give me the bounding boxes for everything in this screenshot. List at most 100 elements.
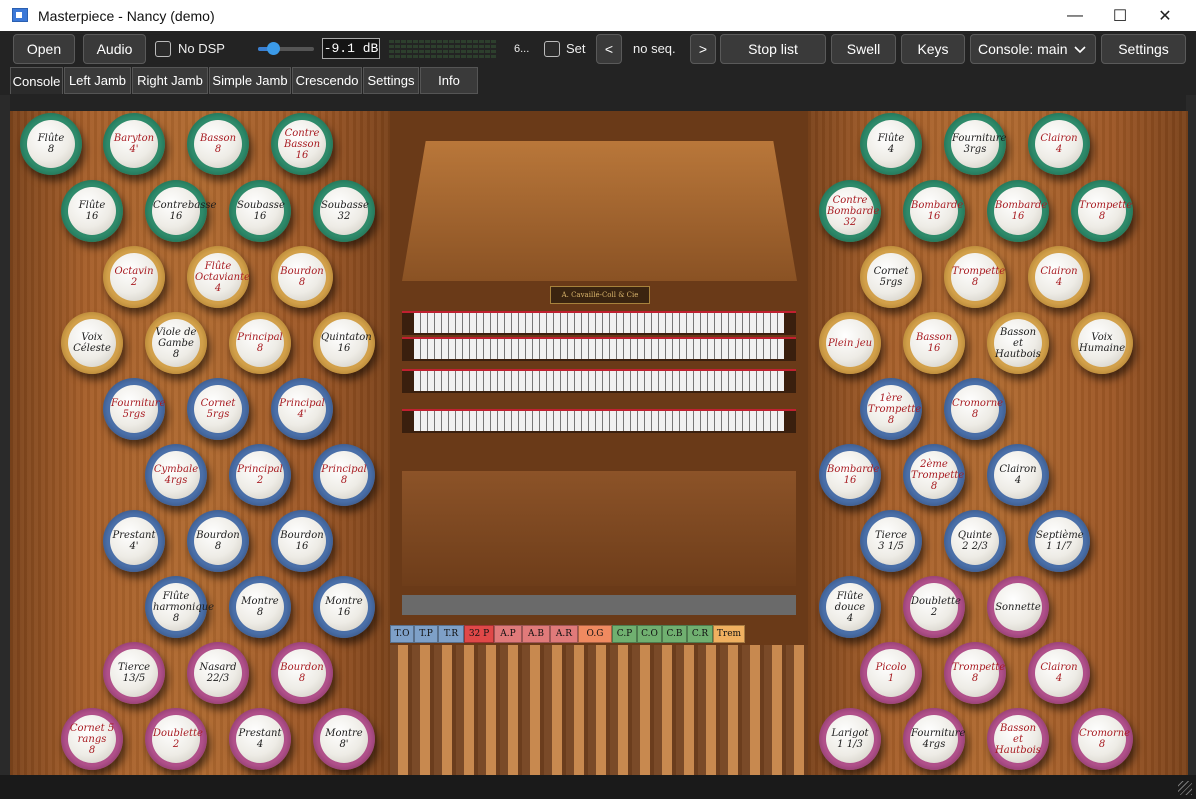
left-stop-knob[interactable]: Contrebasse 16 [145,180,216,242]
right-stop-knob[interactable]: Clairon 4 [1028,642,1090,704]
left-stop-knob[interactable]: Viole de Gambe 8 [145,312,207,374]
minimize-button[interactable]: — [1052,0,1098,31]
next-sequence-button[interactable]: > [690,34,716,64]
left-stop-knob[interactable]: Montre 8 [229,576,291,638]
right-stop-knob[interactable]: Larigot 1 1/3 [819,708,881,770]
right-stop-knob[interactable]: Doublette 2 [903,576,965,638]
stop-name: Soubasse [321,200,369,211]
manual-1[interactable] [402,311,796,335]
left-stop-knob[interactable]: Quintaton 16 [313,312,375,374]
right-stop-knob[interactable]: Bombarde 16 [987,180,1049,242]
right-stop-knob[interactable]: Clairon 4 [1028,113,1090,175]
left-stop-knob[interactable]: Doublette 2 [145,708,207,770]
left-stop-knob[interactable]: Principal 8 [313,444,375,506]
left-stop-knob[interactable]: Flûte 8 [20,113,82,175]
right-stop-knob[interactable]: Plein jeu [819,312,881,374]
tab-right-jamb[interactable]: Right Jamb [132,67,208,94]
left-stop-knob[interactable]: Contre Basson 16 [271,113,333,175]
set-checkbox[interactable] [544,41,560,57]
right-stop-knob[interactable]: Cornet 5rgs [860,246,922,308]
right-stop-knob[interactable]: Bombarde 16 [903,180,965,242]
left-stop-knob[interactable]: Flûte 16 [61,180,123,242]
swell-button[interactable]: Swell [831,34,896,64]
left-stop-knob[interactable]: Principal 4' [271,378,333,440]
open-button[interactable]: Open [13,34,75,64]
right-stop-knob[interactable]: Trompette 8 [1071,180,1133,242]
volume-slider-handle[interactable] [267,42,280,55]
resize-grip-icon[interactable] [1178,781,1192,795]
no-dsp-checkbox[interactable] [155,41,171,57]
tab-settings[interactable]: Settings [363,67,419,94]
left-stop-knob[interactable]: Soubasse 16 [229,180,291,242]
tab-crescendo[interactable]: Crescendo [292,67,362,94]
right-stop-knob[interactable]: Flûte douce 4 [819,576,881,638]
keys-button[interactable]: Keys [901,34,965,64]
right-stop-knob[interactable]: Septième 1 1/7 [1028,510,1090,572]
left-stop-knob[interactable]: Principal 2 [229,444,291,506]
meter-segment [431,55,436,58]
left-stop-knob[interactable]: Baryton 4' [103,113,165,175]
left-stop-knob[interactable]: Montre 16 [313,576,375,638]
left-stop-knob[interactable]: Prestant 4 [229,708,291,770]
right-stop-knob[interactable]: Tierce 3 1/5 [860,510,922,572]
right-stop-knob[interactable]: Sonnette [987,576,1049,638]
left-stop-knob[interactable]: Prestant 4' [103,510,165,572]
pedalboard[interactable] [390,645,808,775]
left-stop-knob[interactable]: Montre 8' [313,708,375,770]
left-stop-knob[interactable]: Fourniture 5rgs [103,378,165,440]
prev-sequence-button[interactable]: < [596,34,622,64]
manual-4[interactable] [402,409,796,433]
right-stop-knob[interactable]: Basson 16 [903,312,965,374]
stop-list-button[interactable]: Stop list [720,34,826,64]
right-stop-knob[interactable]: Basson et Hautbois [987,312,1049,374]
left-stop-knob[interactable]: Nasard 22/3 [187,642,249,704]
left-stop-knob[interactable]: Principal 8 [229,312,291,374]
right-stop-knob[interactable]: Clairon 4 [1028,246,1090,308]
stop-knob-face: Montre 8' [320,715,368,763]
right-stop-knob[interactable]: Trompette 8 [944,642,1006,704]
manual-3[interactable] [402,369,796,393]
left-stop-knob[interactable]: Flûte Octaviante 4 [187,246,250,308]
left-stop-knob[interactable]: Voix Céleste [61,312,123,374]
left-stop-knob[interactable]: Cymbale 4rgs [145,444,207,506]
tab-console[interactable]: Console [10,67,63,94]
left-stop-knob[interactable]: Octavin 2 [103,246,165,308]
left-stop-knob[interactable]: Basson 8 [187,113,249,175]
left-stop-knob[interactable]: Bourdon 8 [187,510,249,572]
tab-left-jamb[interactable]: Left Jamb [64,67,131,94]
right-stop-knob[interactable]: Clairon 4 [987,444,1049,506]
combination-pedals[interactable] [402,595,796,615]
right-stop-knob[interactable]: Contre Bombarde 32 [819,180,881,242]
audio-button[interactable]: Audio [83,34,146,64]
settings-button[interactable]: Settings [1101,34,1186,64]
maximize-button[interactable]: ☐ [1097,0,1143,31]
stop-name: Montre [241,596,279,607]
right-stop-knob[interactable]: Fourniture 4rgs [903,708,965,770]
right-stop-knob[interactable]: Quinte 2 2/3 [944,510,1006,572]
right-stop-knob[interactable]: Fourniture 3rgs [944,113,1006,175]
left-stop-knob[interactable]: Cornet 5 rangs 8 [61,708,123,770]
right-stop-knob[interactable]: Bombarde 16 [819,444,881,506]
right-stop-knob[interactable]: 2ème Trompette 8 [903,444,965,506]
stop-pitch: 2 [172,739,180,750]
right-stop-knob[interactable]: Voix Humaine [1071,312,1133,374]
left-stop-knob[interactable]: Bourdon 8 [271,246,333,308]
left-stop-knob[interactable]: Flûte harmonique 8 [145,576,214,638]
right-stop-knob[interactable]: 1ère Trompette 8 [860,378,922,440]
right-stop-knob[interactable]: Picolo 1 [860,642,922,704]
close-button[interactable]: ✕ [1142,0,1188,31]
right-stop-knob[interactable]: Cromorne 8 [944,378,1006,440]
right-stop-knob[interactable]: Flûte 4 [860,113,922,175]
console-select[interactable]: Console: main [970,34,1096,64]
left-stop-knob[interactable]: Soubasse 32 [313,180,375,242]
tab-info[interactable]: Info [420,67,478,94]
left-stop-knob[interactable]: Bourdon 16 [271,510,333,572]
manual-2[interactable] [402,337,796,361]
left-stop-knob[interactable]: Bourdon 8 [271,642,333,704]
right-stop-knob[interactable]: Trompette 8 [944,246,1006,308]
left-stop-knob[interactable]: Cornet 5rgs [187,378,249,440]
tab-simple-jamb[interactable]: Simple Jamb [209,67,291,94]
left-stop-knob[interactable]: Tierce 13/5 [103,642,165,704]
right-stop-knob[interactable]: Basson et Hautbois [987,708,1049,770]
right-stop-knob[interactable]: Cromorne 8 [1071,708,1133,770]
